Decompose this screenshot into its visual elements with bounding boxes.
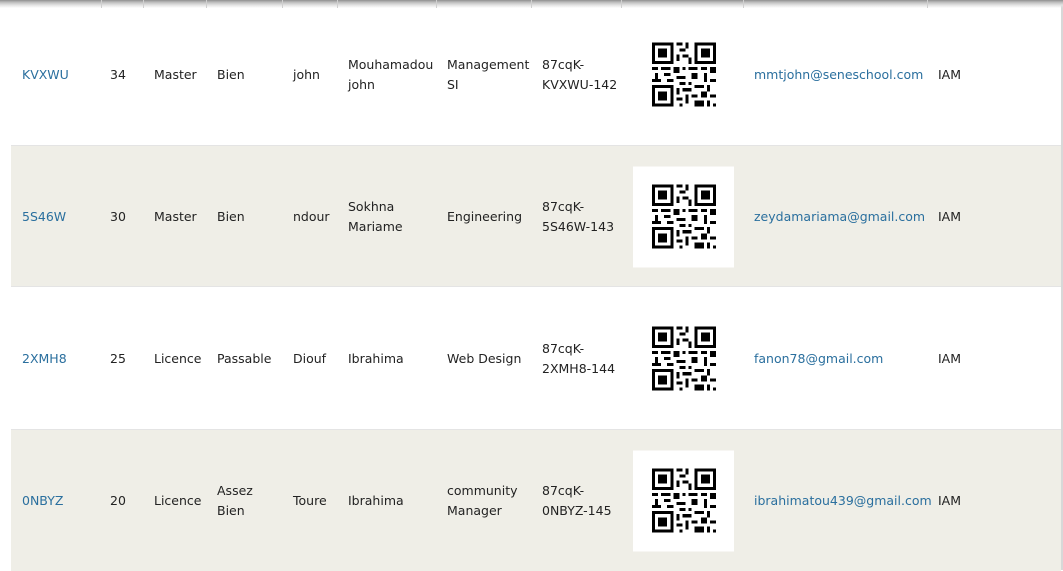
email-link[interactable]: mmtjohn@seneschool.com [754, 65, 923, 85]
school-cell: IAM [938, 492, 962, 508]
table-row: 0NBYZ 20 Licence Assez Bien Toure Ibrahim… [11, 429, 1061, 571]
qr-code-cell [633, 308, 734, 409]
school-cell: IAM [938, 66, 962, 82]
header-shadow [0, 0, 1063, 8]
program-cell: Engineering [447, 208, 522, 224]
last-name-cell: Toure [293, 492, 327, 508]
email-link[interactable]: zeydamariama@gmail.com [754, 207, 925, 227]
mention-cell: Bien [217, 208, 245, 224]
qr-code-icon [651, 42, 716, 107]
level-cell: Licence [154, 350, 202, 366]
age-cell: 34 [110, 66, 126, 82]
school-cell: IAM [938, 350, 962, 366]
program-cell: community Manager [447, 482, 518, 518]
table-row: 2XMH8 25 Licence Passable Diouf Ibrahima… [11, 286, 1061, 430]
program-cell: Web Design [447, 350, 522, 366]
email-link[interactable]: fanon78@gmail.com [754, 349, 883, 369]
table-row: KVXWU 34 Master Bien john Mouhamadou john… [11, 2, 1061, 146]
age-cell: 20 [110, 492, 126, 508]
age-cell: 25 [110, 350, 126, 366]
qr-code-icon [651, 184, 716, 249]
ticket-cell: 87cqK- KVXWU-142 [542, 56, 618, 92]
qr-code-icon [651, 326, 716, 391]
student-code-link[interactable]: 0NBYZ [22, 491, 63, 511]
mention-cell: Bien [217, 66, 245, 82]
mention-cell: Assez Bien [217, 482, 253, 518]
last-name-cell: john [293, 66, 320, 82]
first-name-cell: Ibrahima [348, 492, 404, 508]
ticket-cell: 87cqK- 0NBYZ-145 [542, 482, 612, 518]
first-name-cell: Ibrahima [348, 350, 404, 366]
mention-cell: Passable [217, 350, 272, 366]
student-code-link[interactable]: 5S46W [22, 207, 66, 227]
level-cell: Master [154, 208, 197, 224]
student-code-link[interactable]: KVXWU [22, 65, 69, 85]
first-name-cell: Mouhamadou john [348, 56, 434, 92]
ticket-cell: 87cqK- 2XMH8-144 [542, 340, 616, 376]
school-cell: IAM [938, 208, 962, 224]
qr-code-icon [651, 468, 716, 533]
ticket-cell: 87cqK- 5S46W-143 [542, 198, 615, 234]
qr-code-cell [633, 166, 734, 267]
level-cell: Master [154, 66, 197, 82]
level-cell: Licence [154, 492, 202, 508]
last-name-cell: Diouf [293, 350, 327, 366]
first-name-cell: Sokhna Mariame [348, 198, 403, 234]
email-link[interactable]: ibrahimatou439@gmail.com [754, 491, 932, 511]
student-code-link[interactable]: 2XMH8 [22, 349, 67, 369]
last-name-cell: ndour [293, 208, 330, 224]
program-cell: Management SI [447, 56, 530, 92]
qr-code-cell [633, 24, 734, 125]
age-cell: 30 [110, 208, 126, 224]
qr-code-cell [633, 450, 734, 551]
table-row: 5S46W 30 Master Bien ndour Sokhna Mariame… [11, 145, 1061, 287]
